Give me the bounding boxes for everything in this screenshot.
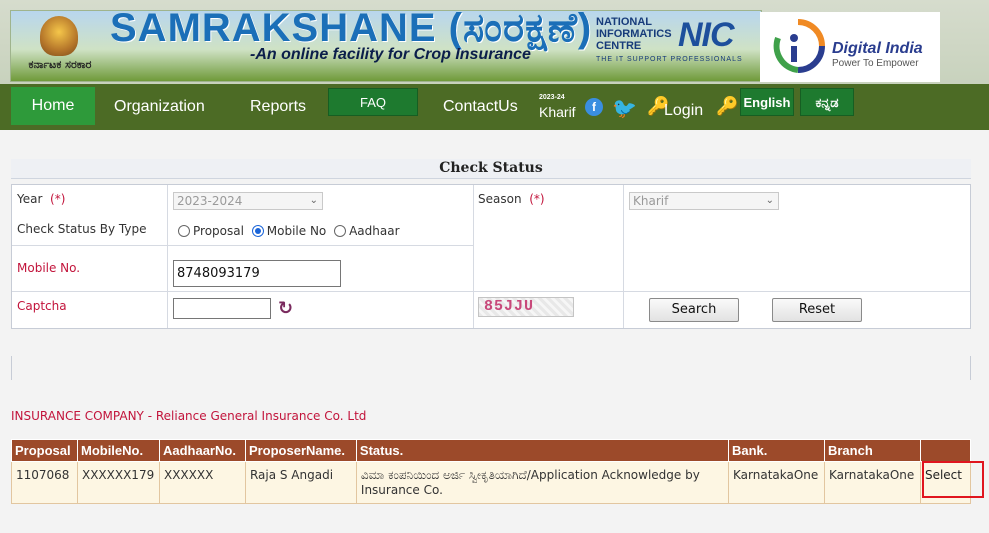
current-season: 2023-24 Kharif xyxy=(539,94,576,120)
refresh-captcha-icon[interactable]: ↻ xyxy=(278,298,293,319)
season-label-text: Season xyxy=(478,192,522,206)
results-table: Proposal MobileNo. AadhaarNo. ProposerNa… xyxy=(11,439,972,504)
table-header-row: Proposal MobileNo. AadhaarNo. ProposerNa… xyxy=(11,439,972,462)
lang-kannada-button[interactable]: ಕನ್ನಡ xyxy=(800,88,854,116)
col-mobile: MobileNo. xyxy=(76,439,160,462)
col-bank: Bank. xyxy=(728,439,825,462)
season-year: 2023-24 xyxy=(539,94,565,101)
col-aadhaar: AadhaarNo. xyxy=(158,439,246,462)
captcha-image: 85JJU xyxy=(478,297,574,317)
facebook-icon[interactable]: f xyxy=(585,98,603,116)
divider xyxy=(167,245,473,246)
chevron-down-icon: ⌄ xyxy=(765,195,774,206)
by-type-label: Check Status By Type xyxy=(17,222,147,236)
divider xyxy=(473,185,474,328)
header-banner: ಕರ್ನಾಟಕ ಸರಕಾರ SAMRAKSHANE (ಸಂರಕ್ಷಣೆ) -An… xyxy=(0,0,989,84)
captcha-label: Captcha xyxy=(17,299,67,313)
karnataka-emblem: ಕರ್ನಾಟಕ ಸರಕಾರ xyxy=(12,12,108,80)
digital-india-tagline: Power To Empower xyxy=(832,58,919,69)
captcha-input[interactable] xyxy=(173,298,271,319)
cell-aadhaar: XXXXXX xyxy=(158,461,246,504)
cell-bank: KarnatakaOne xyxy=(728,461,825,504)
divider xyxy=(12,291,970,292)
cell-status: ವಿಮಾ ಕಂಪನಿಯಿಂದ ಅರ್ಜಿ ಸ್ವೀಕೃತಿಯಾಗಿದೆ/Appl… xyxy=(355,461,730,504)
results-spacer xyxy=(11,356,971,380)
reset-button[interactable]: Reset xyxy=(772,298,862,322)
cell-branch: KarnatakaOne xyxy=(823,461,921,504)
radio-circle-selected[interactable] xyxy=(251,225,264,237)
emblem-icon xyxy=(40,16,78,56)
radio-mobile-label: Mobile No xyxy=(266,224,327,238)
nic-line-3: CENTRE xyxy=(596,40,642,52)
site-title: SAMRAKSHANE (ಸಂರಕ್ಷಣೆ) xyxy=(110,6,593,50)
select-highlight-box xyxy=(922,461,984,498)
col-proposer-name: ProposerName. xyxy=(244,439,357,462)
nav-login[interactable]: Login xyxy=(664,88,703,134)
nav-contact[interactable]: ContactUs xyxy=(443,84,518,130)
year-select-value: 2023-2024 xyxy=(177,194,243,208)
radio-proposal-label: Proposal xyxy=(193,224,244,238)
season-select-value: Kharif xyxy=(633,194,669,208)
mobile-input[interactable]: 8748093179 xyxy=(173,260,341,287)
radio-circle[interactable] xyxy=(334,225,347,237)
nic-tagline: THE IT SUPPORT PROFESSIONALS xyxy=(596,56,743,63)
col-branch: Branch xyxy=(823,439,921,462)
radio-mobile[interactable]: Mobile No xyxy=(251,224,327,238)
divider xyxy=(623,185,624,328)
digital-india-name: Digital India xyxy=(832,40,923,57)
cell-mobile: XXXXXX179 xyxy=(76,461,160,504)
search-button[interactable]: Search xyxy=(649,298,739,322)
col-status: Status. xyxy=(355,439,730,462)
divider xyxy=(167,185,168,328)
chevron-down-icon: ⌄ xyxy=(309,195,318,206)
nic-logo: NIC xyxy=(678,16,735,54)
nic-name: NATIONAL INFORMATICS CENTRE xyxy=(596,16,672,52)
lang-english-button[interactable]: English xyxy=(740,88,794,116)
nav-home[interactable]: Home xyxy=(11,87,95,125)
radio-aadhaar-label: Aadhaar xyxy=(349,224,400,238)
nic-logo-block: NATIONAL INFORMATICS CENTRE NIC THE IT S… xyxy=(596,14,760,68)
login-key-icon-2[interactable]: 🔑 xyxy=(716,96,738,117)
main-nav: Home Organization Reports FAQ ContactUs … xyxy=(0,84,989,130)
twitter-icon[interactable]: 🐦 xyxy=(612,96,637,120)
nav-faq[interactable]: FAQ xyxy=(328,88,418,116)
season-label: Season (*) xyxy=(478,192,545,206)
nic-line-2: INFORMATICS xyxy=(596,28,672,40)
col-action xyxy=(919,439,972,462)
digital-india-logo[interactable]: Digital India Power To Empower xyxy=(760,12,940,82)
year-select[interactable]: 2023-2024 ⌄ xyxy=(173,192,323,210)
year-label: Year (*) xyxy=(17,192,65,206)
check-status-title: Check Status xyxy=(11,159,971,179)
required-mark: (*) xyxy=(529,192,545,206)
status-type-radio-group: Proposal Mobile No Aadhaar xyxy=(178,224,400,238)
cell-proposal: 1107068 xyxy=(11,461,78,504)
site-subtitle: -An online facility for Crop Insurance xyxy=(250,46,531,63)
divider xyxy=(12,245,167,246)
radio-proposal[interactable]: Proposal xyxy=(178,224,244,238)
table-row: 1107068 XXXXXX179 XXXXXX Raja S Angadi ವ… xyxy=(11,461,972,504)
cell-proposer-name: Raja S Angadi xyxy=(244,461,357,504)
nav-reports[interactable]: Reports xyxy=(250,84,306,130)
col-proposal: Proposal xyxy=(11,439,78,462)
radio-circle[interactable] xyxy=(178,225,190,237)
nic-line-1: NATIONAL xyxy=(596,16,653,28)
mobile-label: Mobile No. xyxy=(17,261,81,275)
season-select[interactable]: Kharif ⌄ xyxy=(629,192,779,210)
emblem-text: ಕರ್ನಾಟಕ ಸರಕಾರ xyxy=(28,58,92,71)
insurance-company: INSURANCE COMPANY - Reliance General Ins… xyxy=(11,409,367,423)
radio-aadhaar[interactable]: Aadhaar xyxy=(334,224,400,238)
required-mark: (*) xyxy=(50,192,66,206)
nav-organization[interactable]: Organization xyxy=(114,84,205,130)
year-label-text: Year xyxy=(17,192,43,206)
season-name: Kharif xyxy=(539,104,576,120)
digital-india-icon xyxy=(773,19,825,73)
page: ಕರ್ನಾಟಕ ಸರಕಾರ SAMRAKSHANE (ಸಂರಕ್ಷಣೆ) -An… xyxy=(0,0,989,533)
